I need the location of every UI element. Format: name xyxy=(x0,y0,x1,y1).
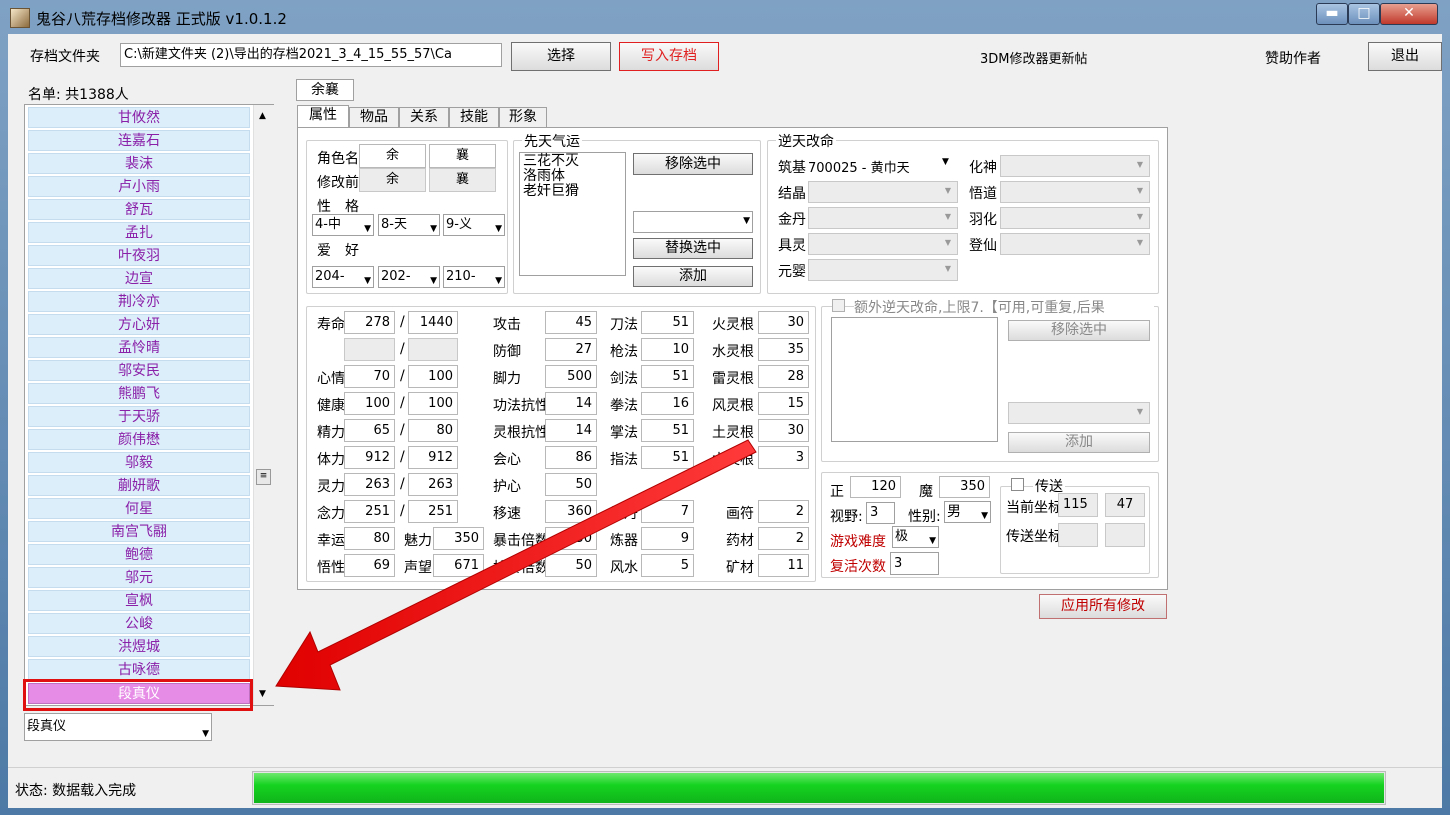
annotation-arrow xyxy=(275,439,757,691)
